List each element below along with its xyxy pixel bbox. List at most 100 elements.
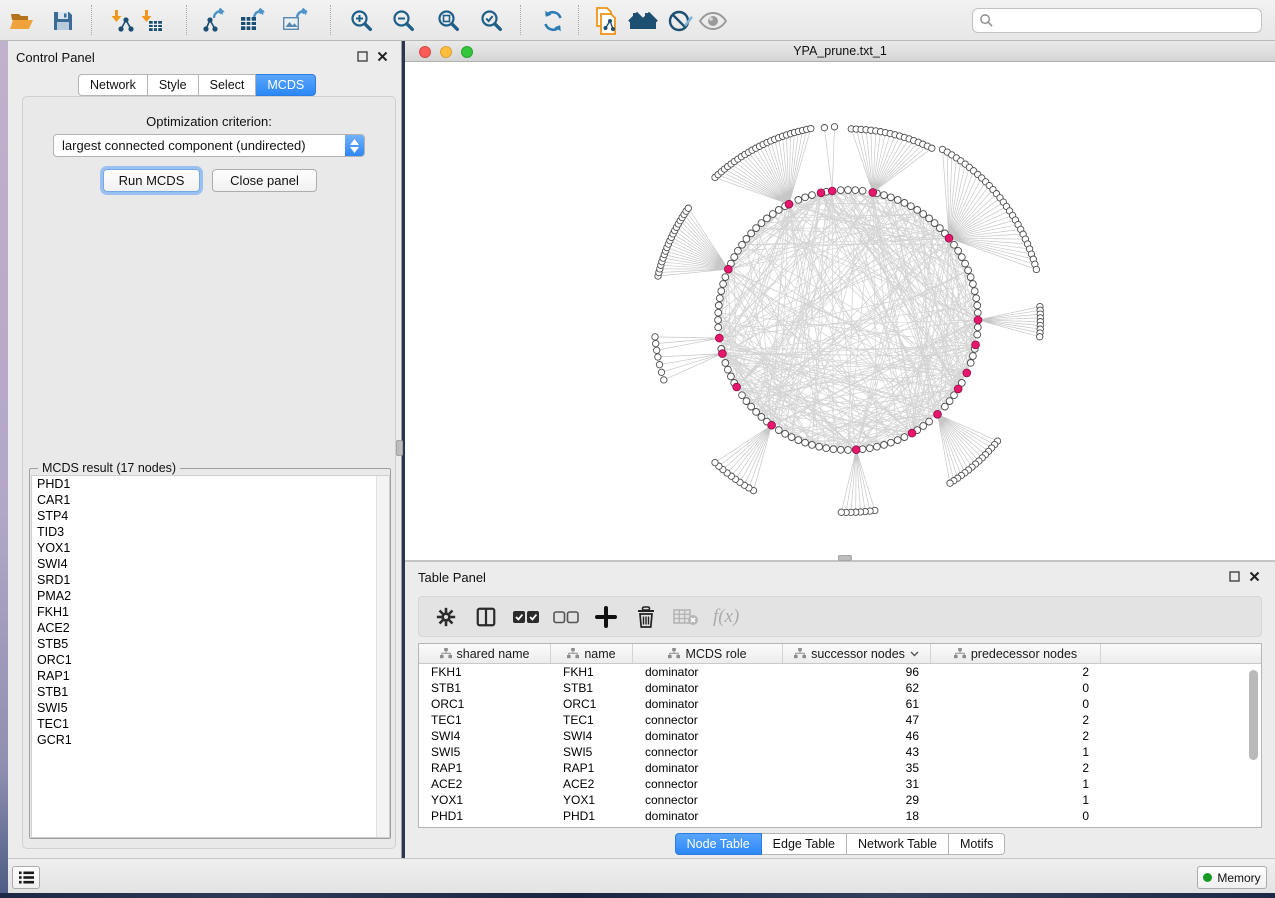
mcds-result-list[interactable]: PHD1CAR1STP4TID3YOX1SWI4SRD1PMA2FKH1ACE2… bbox=[31, 475, 390, 838]
search-input[interactable] bbox=[994, 14, 1261, 28]
mcds-result-item[interactable]: STB5 bbox=[32, 636, 389, 652]
mcds-result-item[interactable]: YOX1 bbox=[32, 540, 389, 556]
mcds-result-item[interactable]: TEC1 bbox=[32, 716, 389, 732]
table-cell: FKH1 bbox=[419, 664, 551, 680]
refresh-icon[interactable] bbox=[538, 6, 568, 36]
table-row[interactable]: ORC1ORC1dominator610 bbox=[419, 696, 1261, 712]
network-canvas[interactable] bbox=[405, 62, 1275, 560]
table-cell: dominator bbox=[633, 808, 783, 824]
run-mcds-button[interactable]: Run MCDS bbox=[103, 169, 200, 192]
mcds-result-item[interactable]: PMA2 bbox=[32, 588, 389, 604]
table-row[interactable]: SWI4SWI4dominator462 bbox=[419, 728, 1261, 744]
vertical-splitter-handle[interactable] bbox=[396, 440, 403, 456]
mcds-panel: Optimization criterion: largest connecte… bbox=[22, 96, 396, 849]
tab-edge-table[interactable]: Edge Table bbox=[762, 833, 847, 855]
export-network-icon[interactable] bbox=[200, 6, 230, 36]
select-all-icon[interactable] bbox=[513, 604, 539, 630]
table-row[interactable]: SWI5SWI5connector431 bbox=[419, 744, 1261, 760]
table-cell: PHD1 bbox=[551, 808, 633, 824]
export-table-icon[interactable] bbox=[238, 6, 268, 36]
tab-network[interactable]: Network bbox=[78, 74, 148, 96]
table-row[interactable]: STB1STB1dominator620 bbox=[419, 680, 1261, 696]
import-table-icon[interactable] bbox=[137, 6, 167, 36]
gear-icon[interactable] bbox=[433, 604, 459, 630]
open-folder-icon[interactable] bbox=[7, 6, 37, 36]
memory-status-icon bbox=[1203, 873, 1212, 882]
mcds-result-item[interactable]: STB1 bbox=[32, 684, 389, 700]
close-panel-icon[interactable] bbox=[1248, 570, 1261, 583]
delete-table-icon[interactable] bbox=[673, 604, 699, 630]
sort-descending-icon bbox=[910, 651, 919, 657]
tab-style[interactable]: Style bbox=[148, 74, 199, 96]
tab-node-table[interactable]: Node Table bbox=[675, 833, 762, 855]
table-cell: connector bbox=[633, 712, 783, 728]
add-column-icon[interactable] bbox=[593, 604, 619, 630]
criterion-dropdown[interactable]: largest connected component (undirected) bbox=[53, 134, 365, 157]
tab-network-table[interactable]: Network Table bbox=[847, 833, 949, 855]
close-panel-icon[interactable] bbox=[376, 50, 389, 63]
task-history-button[interactable] bbox=[12, 866, 40, 889]
table-cell: SWI4 bbox=[419, 728, 551, 744]
table-cell: YOX1 bbox=[419, 792, 551, 808]
table-cell: RAP1 bbox=[419, 760, 551, 776]
table-cell: STB1 bbox=[419, 680, 551, 696]
eye-icon[interactable] bbox=[698, 6, 728, 36]
mcds-result-item[interactable]: SWI4 bbox=[32, 556, 389, 572]
mcds-result-item[interactable]: FKH1 bbox=[32, 604, 389, 620]
toolbar-separator bbox=[578, 5, 579, 35]
table-row[interactable]: TEC1TEC1connector472 bbox=[419, 712, 1261, 728]
mcds-result-item[interactable]: STP4 bbox=[32, 508, 389, 524]
table-cell: SWI5 bbox=[419, 744, 551, 760]
table-cell: 2 bbox=[931, 760, 1101, 776]
tab-mcds[interactable]: MCDS bbox=[256, 74, 316, 96]
mcds-result-item[interactable]: ACE2 bbox=[32, 620, 389, 636]
table-cell: 31 bbox=[783, 776, 931, 792]
mcds-result-item[interactable]: SRD1 bbox=[32, 572, 389, 588]
clone-network-icon[interactable] bbox=[591, 6, 621, 36]
deselect-all-icon[interactable] bbox=[553, 604, 579, 630]
table-cell: ORC1 bbox=[551, 696, 633, 712]
tab-motifs[interactable]: Motifs bbox=[949, 833, 1005, 855]
zoom-fit-icon[interactable] bbox=[434, 6, 464, 36]
mcds-result-item[interactable]: CAR1 bbox=[32, 492, 389, 508]
mcds-result-item[interactable]: GCR1 bbox=[32, 732, 389, 748]
houses-icon[interactable] bbox=[628, 6, 658, 36]
mcds-result-item[interactable]: SWI5 bbox=[32, 700, 389, 716]
table-row[interactable]: PHD1PHD1dominator180 bbox=[419, 808, 1261, 824]
tab-select[interactable]: Select bbox=[199, 74, 257, 96]
zoom-in-icon[interactable] bbox=[347, 6, 377, 36]
import-network-icon[interactable] bbox=[107, 6, 137, 36]
table-row[interactable]: FKH1FKH1dominator962 bbox=[419, 664, 1261, 680]
mcds-result-item[interactable]: TID3 bbox=[32, 524, 389, 540]
export-image-icon[interactable] bbox=[280, 6, 310, 36]
column-icon[interactable] bbox=[473, 604, 499, 630]
zoom-out-icon[interactable] bbox=[389, 6, 419, 36]
column-header-name[interactable]: name bbox=[551, 644, 633, 663]
float-panel-icon[interactable] bbox=[1228, 570, 1241, 583]
zoom-selected-icon[interactable] bbox=[477, 6, 507, 36]
mcds-result-item[interactable]: RAP1 bbox=[32, 668, 389, 684]
table-row[interactable]: ACE2ACE2connector311 bbox=[419, 776, 1261, 792]
close-panel-button[interactable]: Close panel bbox=[212, 169, 317, 192]
mcds-result-group: MCDS result (17 nodes) PHD1CAR1STP4TID3Y… bbox=[29, 468, 391, 839]
column-header-predecessor-nodes[interactable]: predecessor nodes bbox=[931, 644, 1101, 663]
search-field[interactable] bbox=[972, 8, 1262, 33]
save-icon[interactable] bbox=[48, 6, 78, 36]
table-scrollbar[interactable] bbox=[1249, 670, 1258, 760]
delete-icon[interactable] bbox=[633, 604, 659, 630]
horizontal-splitter-handle[interactable] bbox=[838, 555, 852, 561]
mcds-list-scrollbar[interactable] bbox=[376, 476, 389, 837]
main-toolbar bbox=[0, 0, 1275, 41]
network-window-titlebar: YPA_prune.txt_1 bbox=[405, 41, 1275, 62]
function-icon[interactable]: f(x) bbox=[713, 604, 739, 630]
hide-details-icon[interactable] bbox=[666, 6, 696, 36]
table-row[interactable]: YOX1YOX1connector291 bbox=[419, 792, 1261, 808]
column-header-successor-nodes[interactable]: successor nodes bbox=[783, 644, 931, 663]
table-row[interactable]: RAP1RAP1dominator352 bbox=[419, 760, 1261, 776]
mcds-result-item[interactable]: ORC1 bbox=[32, 652, 389, 668]
float-panel-icon[interactable] bbox=[356, 50, 369, 63]
mcds-result-item[interactable]: PHD1 bbox=[32, 476, 389, 492]
column-header-shared-name[interactable]: shared name bbox=[419, 644, 551, 663]
memory-button[interactable]: Memory bbox=[1197, 866, 1267, 889]
column-header-MCDS-role[interactable]: MCDS role bbox=[633, 644, 783, 663]
